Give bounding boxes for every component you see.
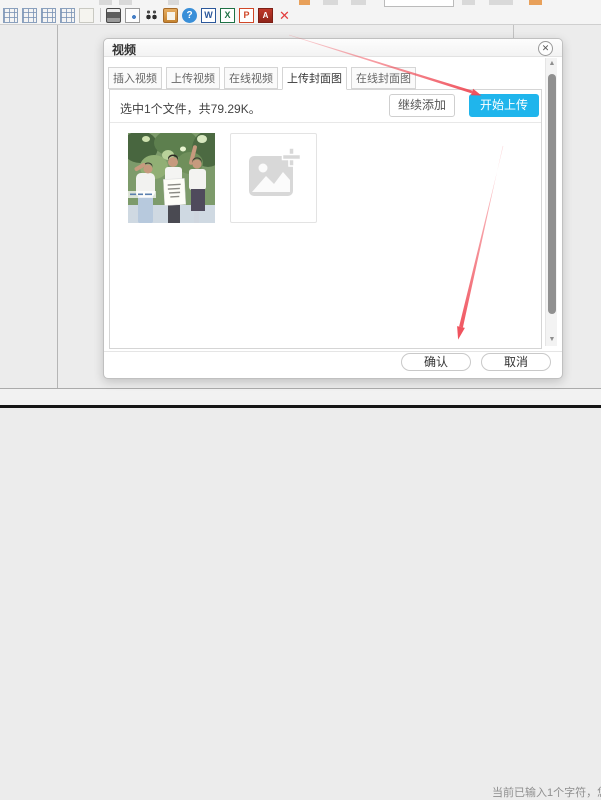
toolbar-partial-icon [168,0,179,5]
ppt-import-icon[interactable]: P [239,8,254,23]
scroll-up-icon[interactable]: ▲ [546,58,558,70]
toolbar-partial-icon [351,0,366,5]
toolbar-partial-icon [119,0,132,5]
footer-divider [104,351,562,352]
table-merge-cells-icon[interactable] [60,8,75,23]
toolbar-icon-row: ? WXPA ✕ [3,8,296,23]
cover-photo-image [128,133,215,223]
toolbar-partial-icon [99,0,112,5]
dialog-titlebar: 视频 ✕ [104,39,562,57]
editor-panel-border-right [513,25,514,38]
close-button[interactable]: ✕ [538,41,553,56]
word-import-icon[interactable]: W [201,8,216,23]
editor-toolbar: ? WXPA ✕ [0,0,601,25]
video-cover-thumbnail[interactable] [128,133,215,223]
cancel-button[interactable]: 取消 [481,353,551,371]
word-count-text: 当前已输入1个字符，您还 [492,784,601,800]
toolbar-partial-icon [323,0,338,5]
start-upload-button[interactable]: 开始上传 [469,94,539,117]
add-image-icon [231,134,316,222]
editor-panel-border-left [57,25,58,388]
file-stats-text: 选中1个文件，共79.29K。 [120,98,261,121]
scroll-down-icon[interactable]: ▼ [546,334,558,346]
toolbar-partial-icon [489,0,513,5]
toolbar-separator[interactable] [100,8,101,22]
excel-import-icon[interactable]: X [220,8,235,23]
preview-icon[interactable] [125,8,140,23]
page-break-icon[interactable] [79,8,94,23]
search-replace-icon[interactable] [144,8,159,23]
table-insert-row-icon[interactable] [22,8,37,23]
help-icon[interactable]: ? [182,8,197,23]
video-dialog: 视频 ✕ 插入视频上传视频在线视频上传封面图在线封面图 选中1个文件，共79.2… [103,38,563,379]
continue-add-button[interactable]: 继续添加 [389,94,455,117]
dialog-scrollbar[interactable]: ▲ ▼ [545,58,557,346]
divider [110,122,541,123]
close-icon: ✕ [539,42,552,55]
paste-icon[interactable] [163,8,178,23]
upload-content-panel: 选中1个文件，共79.29K。 继续添加 开始上传 [109,89,542,349]
dialog-title: 视频 [112,41,136,58]
add-cover-placeholder[interactable] [230,133,317,223]
toolbar-partial-dropdown [384,0,454,7]
table-insert-column-icon[interactable] [41,8,56,23]
toolbar-partial-icon [529,0,542,5]
print-icon[interactable] [106,8,121,23]
dialog-tabs: 插入视频上传视频在线视频上传封面图在线封面图 [108,67,420,90]
clear-doc-icon[interactable]: ✕ [277,8,292,23]
editor-statusbar: 当前已输入1个字符，您还 [0,389,601,406]
table-properties-icon[interactable] [3,8,18,23]
confirm-button[interactable]: 确认 [401,353,471,371]
scrollbar-thumb[interactable] [548,74,556,314]
pdf-import-icon[interactable]: A [258,8,273,23]
toolbar-partial-icon [299,0,310,5]
toolbar-partial-icon [462,0,475,5]
